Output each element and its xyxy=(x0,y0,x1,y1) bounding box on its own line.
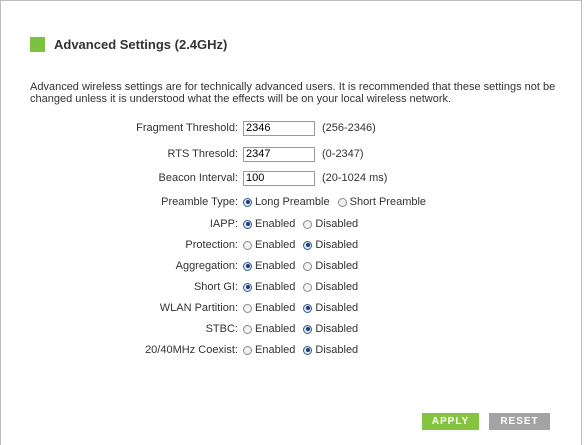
short-gi-enabled-label: Enabled xyxy=(255,281,296,293)
stbc-disabled-label: Disabled xyxy=(315,323,359,335)
iapp-enabled-label: Enabled xyxy=(255,218,296,230)
iapp-label: IAPP: xyxy=(209,218,238,230)
rts-threshold-input[interactable] xyxy=(243,146,315,162)
section-header: Advanced Settings (2.4GHz) xyxy=(30,37,227,52)
wlan-partition-enabled-option[interactable]: Enabled xyxy=(243,302,295,314)
short-gi-disabled-option[interactable]: Disabled xyxy=(303,281,358,293)
coexist-label: 20/40MHz Coexist: xyxy=(145,344,238,356)
iapp-disabled-option[interactable]: Disabled xyxy=(303,218,358,230)
protection-label: Protection: xyxy=(185,239,238,251)
beacon-interval-row: Beacon Interval: (20-1024 ms) xyxy=(0,170,584,186)
short-gi-disabled-label: Disabled xyxy=(315,281,359,293)
short-gi-enabled-radio[interactable] xyxy=(243,282,252,292)
wlan-partition-disabled-radio[interactable] xyxy=(303,303,313,313)
stbc-enabled-option[interactable]: Enabled xyxy=(243,323,295,335)
fragment-threshold-input[interactable] xyxy=(243,120,315,136)
short-gi-enabled-option[interactable]: Enabled xyxy=(243,281,295,293)
protection-disabled-radio[interactable] xyxy=(303,240,313,250)
stbc-disabled-option[interactable]: Disabled xyxy=(303,323,358,335)
section-marker-icon xyxy=(30,37,45,52)
coexist-disabled-label: Disabled xyxy=(315,344,359,356)
preamble-long-label: Long Preamble xyxy=(255,196,330,208)
rts-threshold-row: RTS Thresold: (0-2347) xyxy=(0,146,584,162)
aggregation-enabled-option[interactable]: Enabled xyxy=(243,260,295,272)
protection-enabled-option[interactable]: Enabled xyxy=(243,239,295,251)
short-gi-row: Short GI: Enabled Disabled xyxy=(0,279,584,295)
beacon-interval-input[interactable] xyxy=(243,170,315,186)
preamble-type-label: Preamble Type: xyxy=(161,196,238,208)
iapp-disabled-radio[interactable] xyxy=(303,219,313,229)
aggregation-disabled-radio[interactable] xyxy=(303,261,313,271)
wlan-partition-disabled-label: Disabled xyxy=(315,302,359,314)
iapp-enabled-option[interactable]: Enabled xyxy=(243,218,295,230)
stbc-row: STBC: Enabled Disabled xyxy=(0,321,584,337)
rts-threshold-range: (0-2347) xyxy=(322,148,364,160)
coexist-row: 20/40MHz Coexist: Enabled Disabled xyxy=(0,342,584,358)
iapp-row: IAPP: Enabled Disabled xyxy=(0,216,584,232)
coexist-disabled-option[interactable]: Disabled xyxy=(303,344,358,356)
preamble-type-row: Preamble Type: Long Preamble Short Pream… xyxy=(0,194,584,210)
aggregation-enabled-radio[interactable] xyxy=(243,261,252,271)
stbc-disabled-radio[interactable] xyxy=(303,324,313,334)
rts-threshold-label: RTS Thresold: xyxy=(167,148,238,160)
stbc-enabled-radio[interactable] xyxy=(243,324,252,334)
wlan-partition-enabled-label: Enabled xyxy=(255,302,296,314)
description-text: Advanced wireless settings are for techn… xyxy=(30,81,556,105)
fragment-threshold-range: (256-2346) xyxy=(322,122,376,134)
wlan-partition-enabled-radio[interactable] xyxy=(243,303,252,313)
aggregation-label: Aggregation: xyxy=(175,260,238,272)
preamble-short-radio[interactable] xyxy=(337,197,347,207)
preamble-long-option[interactable]: Long Preamble xyxy=(243,196,330,208)
aggregation-row: Aggregation: Enabled Disabled xyxy=(0,258,584,274)
aggregation-disabled-option[interactable]: Disabled xyxy=(303,260,358,272)
protection-disabled-option[interactable]: Disabled xyxy=(303,239,358,251)
iapp-enabled-radio[interactable] xyxy=(243,219,252,229)
beacon-interval-label: Beacon Interval: xyxy=(158,172,239,184)
aggregation-enabled-label: Enabled xyxy=(255,260,296,272)
preamble-short-option[interactable]: Short Preamble xyxy=(337,196,427,208)
wlan-partition-label: WLAN Partition: xyxy=(159,302,238,314)
fragment-threshold-label: Fragment Threshold: xyxy=(136,122,238,134)
apply-button[interactable]: APPLY xyxy=(422,413,479,430)
page-title: Advanced Settings (2.4GHz) xyxy=(54,37,228,52)
short-gi-label: Short GI: xyxy=(193,281,238,293)
fragment-threshold-row: Fragment Threshold: (256-2346) xyxy=(0,120,584,136)
beacon-interval-range: (20-1024 ms) xyxy=(322,172,388,184)
stbc-enabled-label: Enabled xyxy=(255,323,296,335)
coexist-enabled-label: Enabled xyxy=(255,344,296,356)
preamble-long-radio[interactable] xyxy=(243,197,252,207)
reset-button[interactable]: RESET xyxy=(489,413,550,430)
wlan-partition-disabled-option[interactable]: Disabled xyxy=(303,302,358,314)
protection-enabled-label: Enabled xyxy=(255,239,296,251)
short-gi-disabled-radio[interactable] xyxy=(303,282,313,292)
protection-disabled-label: Disabled xyxy=(315,239,359,251)
protection-enabled-radio[interactable] xyxy=(243,240,252,250)
coexist-disabled-radio[interactable] xyxy=(303,345,313,355)
coexist-enabled-radio[interactable] xyxy=(243,345,252,355)
coexist-enabled-option[interactable]: Enabled xyxy=(243,344,295,356)
preamble-short-label: Short Preamble xyxy=(349,196,427,208)
aggregation-disabled-label: Disabled xyxy=(315,260,359,272)
wlan-partition-row: WLAN Partition: Enabled Disabled xyxy=(0,300,584,316)
stbc-label: STBC: xyxy=(205,323,238,335)
iapp-disabled-label: Disabled xyxy=(315,218,359,230)
protection-row: Protection: Enabled Disabled xyxy=(0,237,584,253)
